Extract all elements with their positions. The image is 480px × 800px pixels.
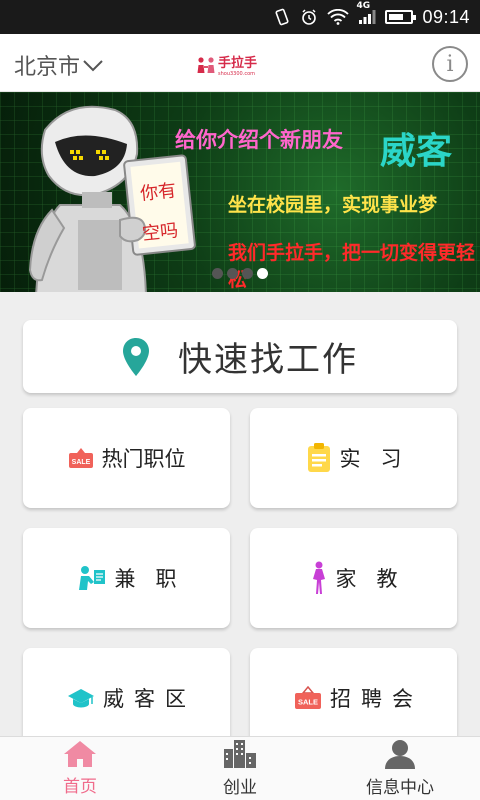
tile-label: 热门职位 [101, 447, 186, 471]
chevron-down-icon [83, 60, 103, 72]
clock: 09:14 [422, 6, 470, 27]
tab-label: 创业 [223, 778, 257, 798]
hand-in-hand-logo-icon [197, 56, 215, 73]
tab-label: 首页 [63, 777, 97, 797]
banner-headline: 给你介绍个新朋友 [175, 128, 343, 152]
quick-find-job-label: 快速找工作 [178, 340, 358, 380]
tile-job-fair[interactable]: SALE 招聘会 [250, 648, 457, 748]
tile-part-time[interactable]: 兼职 [23, 528, 230, 628]
tab-startup[interactable]: 创业 [160, 737, 320, 800]
svg-text:SALE: SALE [298, 698, 318, 707]
clipboard-icon [307, 443, 330, 472]
bottom-tab-bar: 首页 创业 信息中心 [0, 736, 480, 800]
tab-label: 信息中心 [366, 778, 434, 798]
sale-tag-icon: SALE [68, 448, 93, 468]
signal-icon: 4G [356, 1, 376, 25]
vibrate-icon [273, 8, 291, 26]
logo-text: 手拉手 [218, 56, 258, 71]
tile-label: 威客区 [103, 687, 196, 711]
tile-internship[interactable]: 实习 [250, 408, 457, 508]
network-type: 4G [356, 1, 371, 11]
info-icon: i [446, 51, 454, 77]
tile-witkey-zone[interactable]: 威客区 [23, 648, 230, 748]
battery-icon [385, 10, 417, 24]
city-selector[interactable]: 北京市 [14, 49, 104, 81]
tile-hot-jobs[interactable]: SALE 热门职位 [23, 408, 230, 508]
pager-dot[interactable] [242, 268, 253, 279]
svg-text:SALE: SALE [71, 459, 90, 466]
tile-label: 招聘会 [330, 687, 423, 711]
alarm-icon [300, 8, 318, 26]
sale-sign-icon: SALE [295, 686, 321, 709]
pager-dot[interactable] [257, 268, 268, 279]
worker-icon [78, 566, 105, 590]
buildings-icon [224, 740, 256, 768]
tile-tutoring[interactable]: 家教 [250, 528, 457, 628]
banner-pager [212, 268, 268, 279]
tile-label: 实习 [339, 447, 422, 471]
banner-sign-line2: 空吗 [141, 220, 180, 245]
city-label: 北京市 [14, 55, 81, 80]
location-pin-icon [123, 337, 149, 376]
logo-subtext: shou3300.com [218, 71, 255, 77]
banner-sign-line1: 你有 [139, 180, 178, 205]
promo-banner[interactable]: 你有 空吗 给你介绍个新朋友 威客 坐在校园里，实现事业梦 我们手拉手，把一切变… [0, 92, 480, 292]
tab-info-center[interactable]: 信息中心 [320, 737, 480, 800]
quick-find-job-button[interactable]: 快速找工作 [23, 320, 457, 393]
app-header: 北京市 手拉手 shou3300.com i [0, 34, 480, 92]
wifi-icon [327, 9, 350, 25]
banner-brand: 威客 [380, 131, 453, 172]
pager-dot[interactable] [227, 268, 238, 279]
info-button[interactable]: i [432, 46, 468, 82]
user-icon [385, 740, 415, 769]
tile-label: 兼职 [114, 567, 197, 591]
banner-slogan-2: 我们手拉手，把一切变得更轻松 [228, 242, 476, 291]
woman-icon [312, 561, 325, 594]
app-logo: 手拉手 shou3300.com [196, 52, 257, 77]
graduation-cap-icon [68, 689, 94, 708]
home-icon [64, 741, 96, 767]
banner-slogan-1: 坐在校园里，实现事业梦 [228, 194, 438, 216]
pager-dot[interactable] [212, 268, 223, 279]
status-bar: 4G 09:14 [0, 0, 480, 34]
tab-home[interactable]: 首页 [0, 737, 160, 800]
tile-label: 家教 [335, 567, 418, 591]
